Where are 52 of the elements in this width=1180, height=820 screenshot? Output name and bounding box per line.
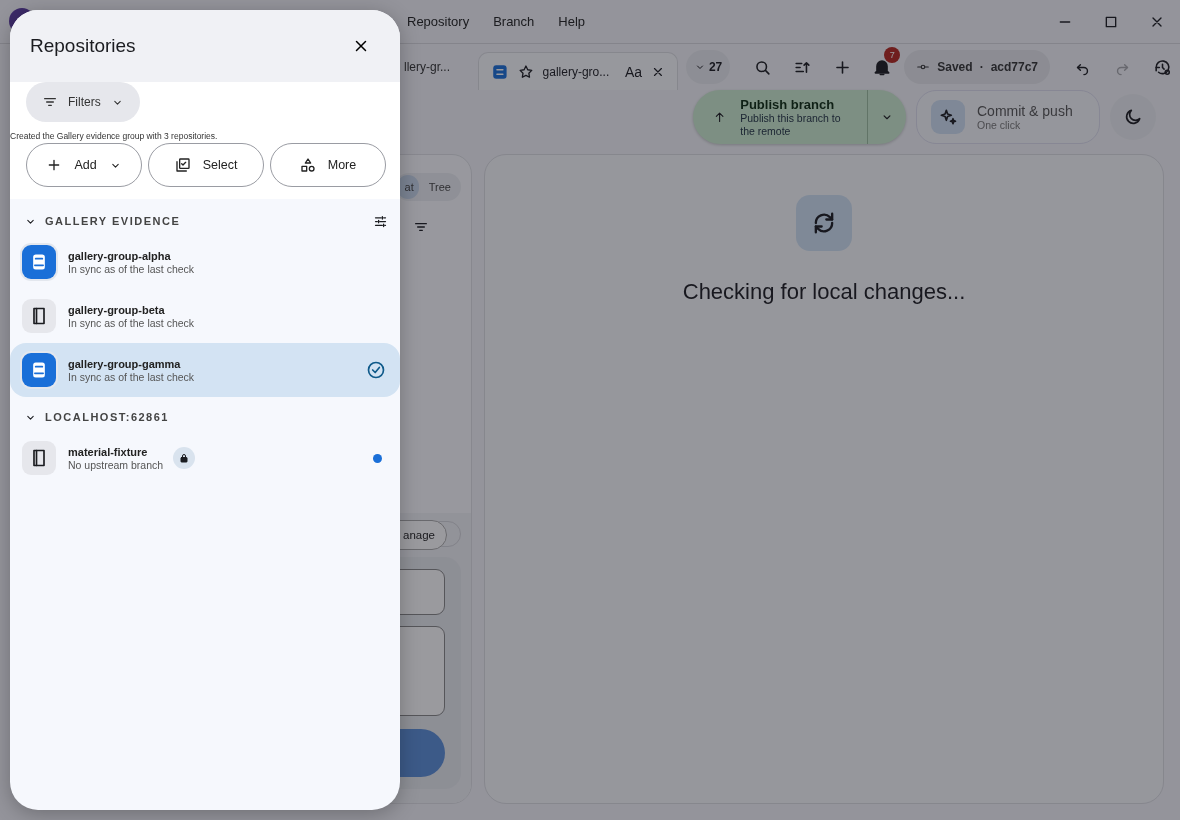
more-button[interactable]: More xyxy=(270,143,386,187)
repository-icon xyxy=(490,62,509,81)
breadcrumb-text[interactable]: llery-gr... xyxy=(404,60,466,74)
repository-item[interactable]: material-fixture No upstream branch xyxy=(10,431,400,485)
repository-status: In sync as of the last check xyxy=(68,370,195,383)
commit-hash: acd77c7 xyxy=(990,60,1038,74)
repository-status: In sync as of the last check xyxy=(68,262,195,275)
sliders-icon[interactable] xyxy=(373,213,388,229)
toggle-option[interactable]: Tree xyxy=(420,175,459,199)
button-subtitle: One click xyxy=(977,119,1022,131)
publish-branch-button[interactable]: Publish branch Publish this branch to the remote xyxy=(693,90,906,144)
drawer-title: Repositories xyxy=(30,35,136,57)
notice-text: Created the Gallery evidence group with 3 repositories. xyxy=(10,131,218,141)
select-button[interactable]: Select xyxy=(148,143,264,187)
button-title: Commit & push xyxy=(977,103,1073,119)
repository-item[interactable]: gallery-group-gamma In sync as of the last check xyxy=(10,343,400,397)
commit-push-button[interactable]: Commit & push One click xyxy=(916,90,1100,144)
star-icon[interactable] xyxy=(517,63,534,80)
moon-icon xyxy=(1123,107,1143,127)
status-message: Checking for local changes... xyxy=(682,279,966,305)
repository-status: In sync as of the last check xyxy=(68,316,195,329)
sparkle-icon xyxy=(938,107,958,127)
count-chip[interactable]: 27 xyxy=(685,50,731,84)
button-title: Publish branch xyxy=(740,96,836,112)
select-icon xyxy=(174,157,191,173)
button-subtitle: Publish this branch to the remote xyxy=(740,111,842,138)
menu-item[interactable]: Repository xyxy=(397,10,480,33)
repository-item[interactable]: gallery-group-beta In sync as of the last check xyxy=(10,289,400,343)
repository-name: gallery-group-beta xyxy=(68,303,166,316)
count-text: 27 xyxy=(708,60,723,74)
repository-status: No upstream branch xyxy=(68,458,164,471)
group-header: LOCALHOST:62861 xyxy=(45,411,169,423)
menu-item[interactable]: Help xyxy=(548,10,596,33)
menu-item[interactable]: Branch xyxy=(483,10,545,33)
filters-button[interactable]: Filters xyxy=(26,82,140,122)
repository-item[interactable]: gallery-group-alpha In sync as of the last check xyxy=(10,235,400,289)
notification-badge: 7 xyxy=(884,47,901,63)
group-header: GALLERY EVIDENCE xyxy=(45,215,181,227)
history-settings-icon[interactable] xyxy=(1152,57,1172,77)
tab-label: gallery-gro... xyxy=(542,64,611,79)
repository-name: material-fixture xyxy=(68,445,149,458)
check-circle-icon xyxy=(366,360,386,380)
repository-tab[interactable]: gallery-gro... Aa xyxy=(477,52,678,90)
repository-name: gallery-group-alpha xyxy=(68,249,172,262)
add-button[interactable]: Add xyxy=(26,143,142,187)
separator-dot: · xyxy=(979,60,984,74)
font-button[interactable]: Aa xyxy=(624,63,643,80)
save-status: Saved xyxy=(937,60,973,74)
theme-button[interactable] xyxy=(1110,94,1156,140)
save-status-chip[interactable]: Saved · acd77c7 xyxy=(904,50,1050,84)
repository-name: gallery-group-gamma xyxy=(68,357,182,370)
shapes-icon xyxy=(299,157,316,173)
